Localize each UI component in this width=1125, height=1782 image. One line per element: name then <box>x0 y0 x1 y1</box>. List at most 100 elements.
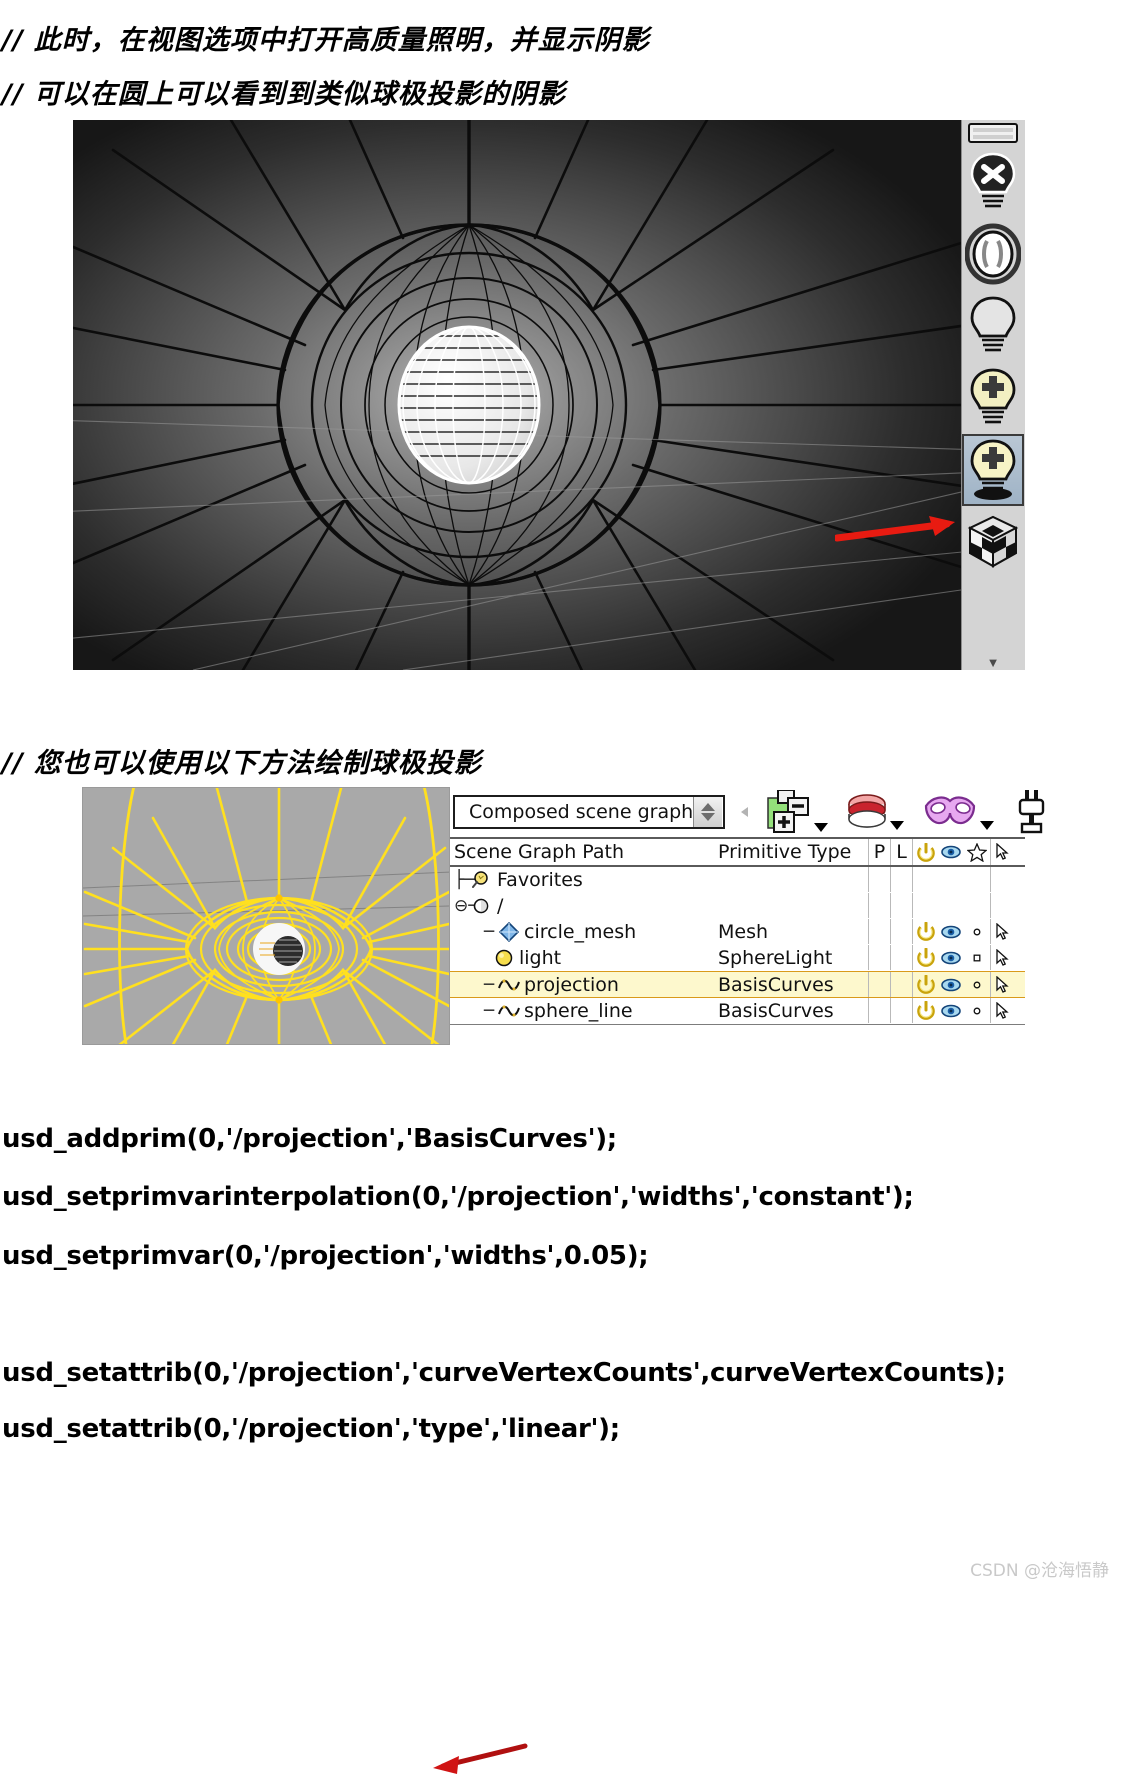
row-path-label: circle_mesh <box>524 920 637 943</box>
row-pointer-cell[interactable] <box>990 867 1014 892</box>
row-power-cell[interactable] <box>912 893 938 918</box>
row-type-cell: Mesh <box>718 920 769 943</box>
row-favorite-cell[interactable] <box>964 919 990 944</box>
row-favorite-cell[interactable] <box>964 867 990 892</box>
column-header-favorite[interactable] <box>964 839 990 865</box>
composed-scene-graph-combo[interactable]: Composed scene graph <box>453 795 726 829</box>
tree-expander-icon[interactable]: ⊖─ <box>454 896 478 916</box>
small-dot-icon <box>973 954 981 961</box>
row-path-cell: ├─ Favorites <box>450 869 718 891</box>
sidebar-item-high-quality-light[interactable] <box>962 434 1024 506</box>
row-visibility-cell[interactable] <box>938 945 964 970</box>
row-pointer-cell[interactable] <box>990 893 1014 918</box>
collapse-left-icon[interactable] <box>741 807 749 817</box>
note-slashes: // <box>2 79 24 110</box>
column-header-scene-graph-path[interactable]: Scene Graph Path <box>450 841 718 863</box>
small-dot-icon <box>973 981 981 988</box>
table-row[interactable]: ├─ Favorites <box>450 867 1025 893</box>
note-line-1: // 此时，在视图选项中打开高质量照明，并显示阴影 <box>2 18 650 57</box>
row-power-cell[interactable] <box>912 945 938 970</box>
table-header-row: Scene Graph Path Primitive Type P L <box>450 839 1025 867</box>
favorites-icon <box>472 870 488 888</box>
row-power-cell[interactable] <box>912 998 938 1023</box>
chevron-down-icon[interactable] <box>814 823 829 832</box>
table-row[interactable]: ⊖─ / <box>450 893 1025 919</box>
small-dot-icon <box>973 1007 981 1014</box>
row-visibility-cell[interactable] <box>938 972 964 997</box>
column-header-l[interactable]: L <box>890 839 912 865</box>
power-icon <box>916 948 935 967</box>
chevron-down-icon[interactable] <box>890 821 905 830</box>
row-path-label: sphere_line <box>524 999 633 1022</box>
toolbar-scroll-down-arrow[interactable]: ▼ <box>962 656 1024 669</box>
annotation-arrow-1 <box>835 516 955 542</box>
column-header-p[interactable]: P <box>868 839 890 865</box>
viewport-toolbar[interactable]: ▼ <box>961 120 1025 670</box>
chevron-down-icon[interactable] <box>980 821 995 830</box>
spinner-up-icon[interactable] <box>701 803 716 811</box>
scene-graph-spinner[interactable] <box>693 797 723 827</box>
table-row[interactable]: ─ sphere_line BasisCurves <box>450 998 1025 1024</box>
table-row-projection[interactable]: ─ projection BasisCurves <box>450 971 1025 998</box>
sidebar-item-light-off[interactable] <box>962 146 1024 218</box>
light-linking-button[interactable] <box>1016 790 1046 834</box>
row-path-cell: ─ circle_mesh <box>450 921 718 943</box>
code-line-2: usd_setprimvarinterpolation(0,'/projecti… <box>2 1182 914 1212</box>
tree-branch-icon: ─ <box>483 921 495 942</box>
scene-graph-toolbar: Composed scene graph <box>450 787 1045 837</box>
note-slashes: // <box>2 748 24 779</box>
power-icon <box>916 842 935 862</box>
shadow-cube-icon <box>967 515 1019 568</box>
row-p-cell <box>868 972 890 997</box>
row-power-cell[interactable] <box>912 972 938 997</box>
sidebar-item-ambient-light[interactable] <box>962 218 1024 290</box>
row-pointer-cell[interactable] <box>990 998 1014 1023</box>
layer-stack-icon <box>848 794 887 828</box>
row-l-cell <box>890 919 912 944</box>
layer-stack-button[interactable] <box>846 792 905 832</box>
curves-icon <box>498 1005 520 1016</box>
table-row[interactable]: ─ circle_mesh Mesh <box>450 919 1025 945</box>
row-visibility-cell[interactable] <box>938 998 964 1023</box>
row-visibility-cell[interactable] <box>938 893 964 918</box>
curves-viewport-canvas[interactable] <box>82 787 450 1045</box>
row-path-label: projection <box>524 973 619 996</box>
table-row[interactable]: light SphereLight <box>450 945 1025 971</box>
row-type-cell: BasisCurves <box>718 973 834 996</box>
row-favorite-cell[interactable] <box>964 998 990 1023</box>
row-visibility-cell[interactable] <box>938 919 964 944</box>
row-type-cell: BasisCurves <box>718 999 834 1022</box>
sidebar-item-shadow-cube[interactable] <box>962 506 1024 578</box>
note-text: 您也可以使用以下方法绘制球极投影 <box>33 748 482 779</box>
column-header-pointer[interactable] <box>990 839 1014 865</box>
row-pointer-cell[interactable] <box>990 919 1014 944</box>
spinner-down-icon[interactable] <box>701 813 716 821</box>
column-header-primitive-type[interactable]: Primitive Type <box>718 841 868 863</box>
row-p-cell <box>868 919 890 944</box>
tree-branch-icon: ─ <box>483 1000 495 1021</box>
tree-branch-icon: ─ <box>483 974 495 995</box>
row-pointer-cell[interactable] <box>990 945 1014 970</box>
column-header-visibility[interactable] <box>938 839 964 865</box>
add-light-icon <box>970 368 1016 424</box>
row-favorite-cell[interactable] <box>964 972 990 997</box>
pointer-icon <box>995 1001 1009 1019</box>
row-p-cell <box>868 893 890 918</box>
row-path-cell: ⊖─ / <box>450 895 718 917</box>
row-visibility-cell[interactable] <box>938 867 964 892</box>
light-linking-icon <box>1019 790 1045 834</box>
masking-button[interactable] <box>922 792 995 832</box>
row-power-cell[interactable] <box>912 867 938 892</box>
column-header-power[interactable] <box>912 839 938 865</box>
row-power-cell[interactable] <box>912 919 938 944</box>
add-remove-prim-button[interactable] <box>766 790 829 834</box>
sidebar-item-default-light[interactable] <box>962 290 1024 362</box>
row-path-cell: ─ projection <box>450 974 718 996</box>
row-favorite-cell[interactable] <box>964 945 990 970</box>
viewport-figure: ▼ <box>73 120 1025 670</box>
add-remove-prim-icon <box>767 790 810 833</box>
row-pointer-cell[interactable] <box>990 972 1014 997</box>
viewport-3d-canvas[interactable] <box>73 120 961 670</box>
sidebar-item-add-light[interactable] <box>962 362 1024 434</box>
row-favorite-cell[interactable] <box>964 893 990 918</box>
